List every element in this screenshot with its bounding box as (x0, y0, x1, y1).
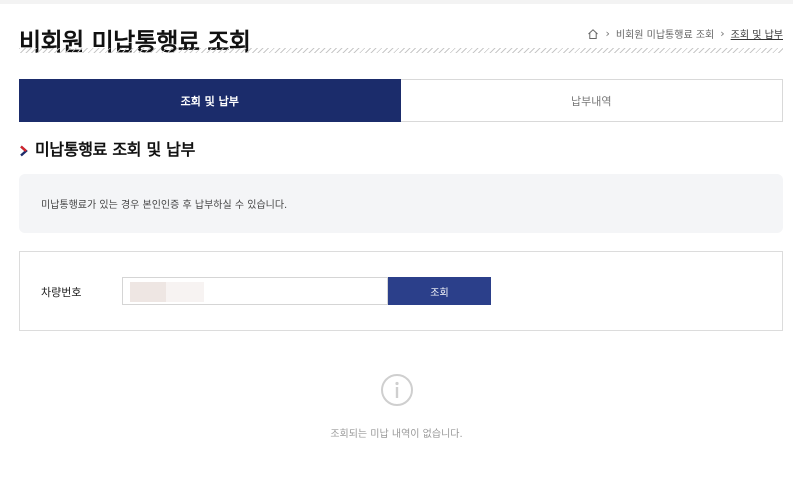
notice-text: 미납통행료가 있는 경우 본인인증 후 납부하실 수 있습니다. (41, 200, 288, 211)
redacted-value (130, 282, 166, 302)
chevron-right-icon: › (605, 26, 610, 40)
breadcrumb: › 비회원 미납통행료 조회 › 조회 및 납부 (587, 26, 783, 41)
info-icon (380, 373, 414, 407)
title-divider (19, 48, 783, 53)
top-border (0, 0, 793, 4)
tab-payment-history[interactable]: 납부내역 (400, 79, 783, 122)
search-button[interactable]: 조회 (388, 277, 491, 305)
breadcrumb-item-current[interactable]: 조회 및 납부 (731, 26, 783, 41)
tab-inquiry-payment[interactable]: 조회 및 납부 (19, 79, 401, 122)
empty-state: 조회되는 미납 내역이 없습니다. (0, 373, 793, 440)
vehicle-number-input[interactable] (122, 277, 388, 305)
section-heading: 미납통행료 조회 및 납부 (19, 137, 195, 159)
search-panel: 차량번호 조회 (19, 251, 783, 331)
home-icon[interactable] (587, 28, 599, 40)
empty-message: 조회되는 미납 내역이 없습니다. (330, 429, 463, 440)
page-title: 비회원 미납통행료 조회 (19, 28, 251, 57)
vehicle-number-label: 차량번호 (41, 286, 82, 299)
breadcrumb-item-parent[interactable]: 비회원 미납통행료 조회 (616, 26, 714, 41)
tab-bar: 조회 및 납부 납부내역 (19, 79, 783, 122)
section-title: 미납통행료 조회 및 납부 (35, 140, 196, 159)
chevron-right-icon (19, 142, 29, 157)
chevron-right-icon: › (720, 26, 725, 40)
redacted-value (166, 282, 204, 302)
notice-box: 미납통행료가 있는 경우 본인인증 후 납부하실 수 있습니다. (19, 174, 783, 233)
